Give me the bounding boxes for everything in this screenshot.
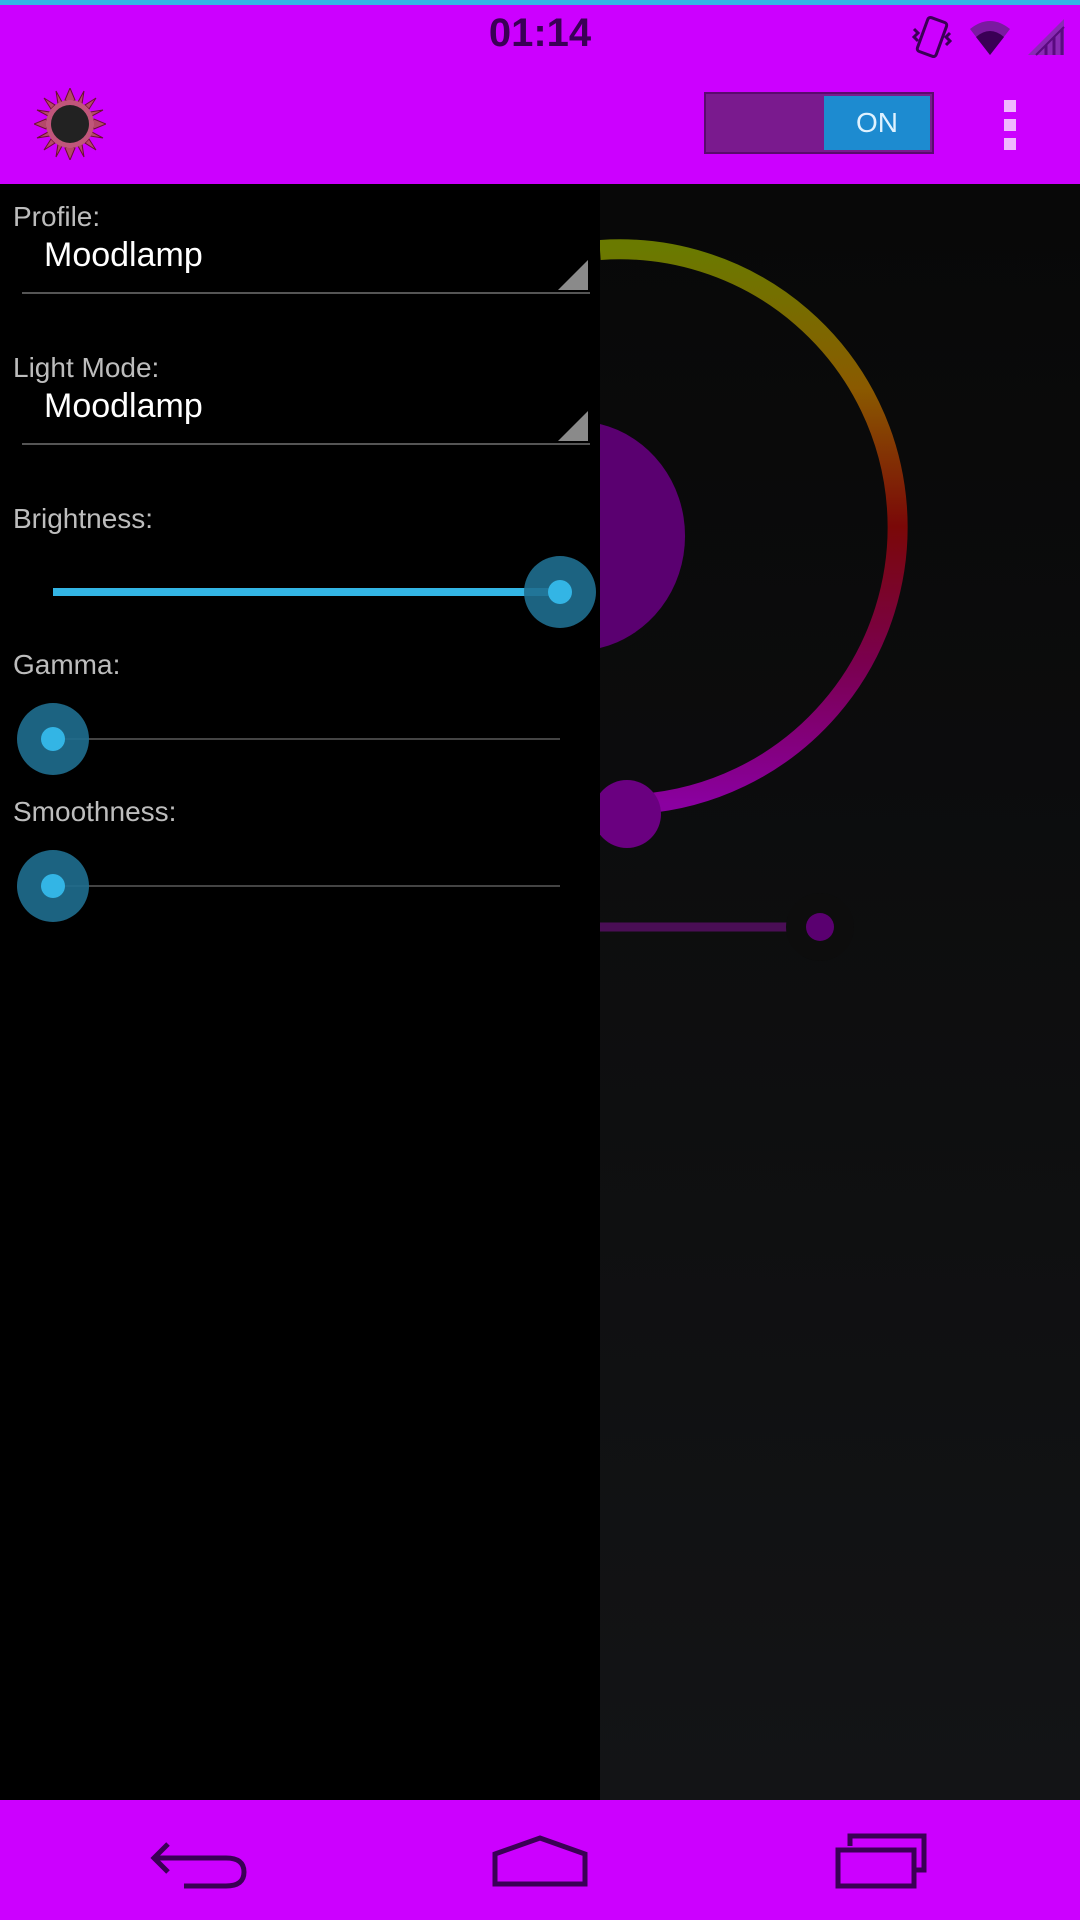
status-icons	[910, 13, 1066, 61]
app-screen: 01:14 ON Profile: Moodlamp Light Mode: M…	[0, 0, 1080, 1920]
settings-drawer: Profile: Moodlamp Light Mode: Moodlamp B…	[0, 184, 600, 1800]
vibrate-icon	[911, 16, 953, 58]
back-icon[interactable]	[144, 1828, 254, 1892]
wifi-icon	[970, 21, 1010, 55]
signal-icon	[1028, 19, 1065, 56]
profile-spinner[interactable]: Moodlamp	[22, 224, 590, 294]
recent-apps-icon[interactable]	[826, 1828, 936, 1892]
home-icon[interactable]	[485, 1828, 595, 1892]
dropdown-arrow-icon	[558, 411, 588, 441]
overflow-menu-icon[interactable]	[996, 98, 1026, 152]
sunflower-icon[interactable]	[34, 88, 106, 160]
selected-color-preview	[600, 424, 686, 648]
power-toggle[interactable]: ON	[704, 92, 934, 154]
dropdown-arrow-icon	[558, 260, 588, 290]
color-picker-area	[600, 184, 1080, 1800]
brightness-label: Brightness:	[13, 503, 154, 534]
light-mode-spinner-value: Moodlamp	[44, 387, 203, 425]
gamma-slider[interactable]	[0, 699, 600, 779]
smoothness-slider[interactable]	[0, 846, 600, 926]
color-arc-handle	[600, 780, 661, 848]
status-bar: 01:14	[0, 0, 1080, 64]
color-wheel[interactable]	[600, 184, 1080, 1800]
color-value-thumb	[806, 913, 834, 941]
brightness-slider[interactable]	[0, 552, 600, 632]
profile-spinner-value: Moodlamp	[44, 236, 203, 274]
smoothness-label: Smoothness:	[13, 796, 177, 827]
navigation-bar	[0, 1800, 1080, 1920]
action-bar: ON	[0, 64, 1080, 184]
light-mode-spinner[interactable]: Moodlamp	[22, 375, 590, 445]
gamma-label: Gamma:	[13, 649, 121, 680]
power-toggle-on-label: ON	[824, 96, 930, 150]
